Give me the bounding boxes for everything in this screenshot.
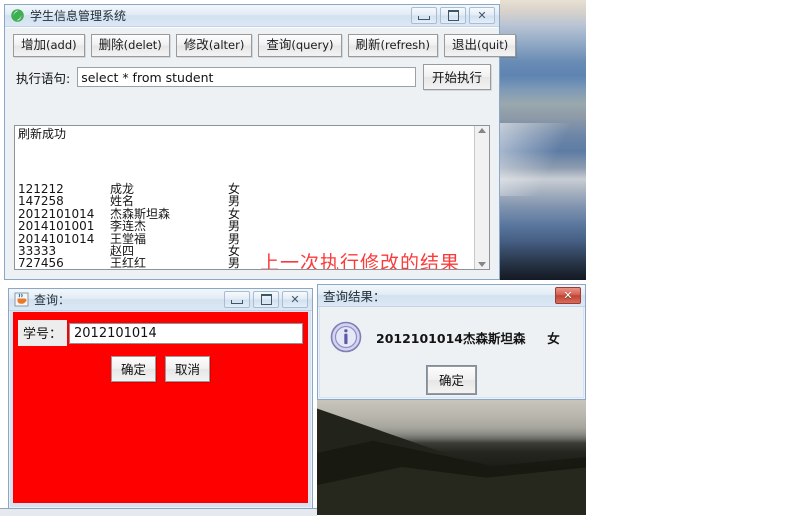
row-sex: 男 xyxy=(228,256,241,269)
output-vertical-scrollbar[interactable] xyxy=(474,126,489,269)
minimize-icon[interactable] xyxy=(411,7,437,24)
annotation-text: 上一次执行修改的结果 xyxy=(260,252,461,269)
main-window: 学生信息管理系统 ✕ 增加(add) 删除(delet) 修改(alter) 查… xyxy=(4,4,517,280)
quit-button-cn: 退出 xyxy=(451,37,477,52)
student-id-label: 学号： xyxy=(18,320,68,346)
scroll-down-icon[interactable] xyxy=(478,262,486,267)
row-name: 李连杰 xyxy=(110,219,147,234)
refresh-button-en: (refresh) xyxy=(380,38,430,52)
query-button-en: (query) xyxy=(291,38,334,52)
row-id: 2014101001 xyxy=(18,219,95,234)
row-name: 王红红 xyxy=(110,256,147,269)
java-green-icon xyxy=(10,8,25,23)
row-sex: 男 xyxy=(228,219,241,234)
table-row: 2014101001 李连杰 男 xyxy=(18,219,258,234)
output-textarea-content: 刷新成功 上一次执行修改的结果 121212 成龙 女 147258 姓名 男 … xyxy=(15,126,474,269)
delete-button-en: (delet) xyxy=(123,38,162,52)
close-icon[interactable]: ✕ xyxy=(469,7,495,24)
result-message-row: 2012101014杰森斯坦森 女 xyxy=(320,307,583,353)
delete-button-cn: 删除 xyxy=(98,37,124,52)
ok-button[interactable]: 确定 xyxy=(426,366,476,394)
statement-row: 执行语句: 开始执行 xyxy=(6,62,498,96)
wallpaper-left-gap xyxy=(0,280,317,288)
scroll-up-icon[interactable] xyxy=(478,128,486,133)
main-window-controls: ✕ xyxy=(411,7,497,24)
result-dialog-title: 查询结果： xyxy=(323,289,386,304)
refresh-button-cn: 刷新 xyxy=(355,37,381,52)
query-dialog-controls: ✕ xyxy=(224,291,310,308)
result-dialog-buttons: 确定 xyxy=(320,353,583,394)
result-dialog: 查询结果： ✕ 2012101014杰森斯坦森 女 确定 xyxy=(317,284,586,400)
output-textarea[interactable]: 刷新成功 上一次执行修改的结果 121212 成龙 女 147258 姓名 男 … xyxy=(14,125,490,270)
result-dialog-body: 2012101014杰森斯坦森 女 确定 xyxy=(320,307,583,397)
result-message: 2012101014杰森斯坦森 女 xyxy=(376,330,560,346)
main-toolbar: 增加(add) 删除(delet) 修改(alter) 查询(query) 刷新… xyxy=(6,28,517,62)
student-table: 121212 成龙 女 147258 姓名 男 2012101014 杰森斯坦森… xyxy=(18,183,258,269)
query-button[interactable]: 查询(query) xyxy=(258,34,342,58)
row-sex: 男 xyxy=(228,194,241,209)
maximize-icon[interactable] xyxy=(253,291,279,308)
alter-button-cn: 修改 xyxy=(183,37,209,52)
wallpaper-blank-right xyxy=(586,0,786,280)
add-button-en: (add) xyxy=(46,38,77,52)
wallpaper-mountain xyxy=(317,399,586,515)
add-button[interactable]: 增加(add) xyxy=(13,34,85,58)
java-cup-icon xyxy=(14,292,29,307)
row-id: 727456 xyxy=(18,256,64,269)
query-dialog-titlebar[interactable]: 查询： ✕ xyxy=(9,289,312,311)
result-dialog-titlebar[interactable]: 查询结果： ✕ xyxy=(318,285,585,307)
table-row: 147258 姓名 男 xyxy=(18,194,258,209)
info-icon xyxy=(330,321,362,353)
alter-button[interactable]: 修改(alter) xyxy=(175,34,253,58)
minimize-icon[interactable] xyxy=(224,291,250,308)
confirm-button[interactable]: 确定 xyxy=(110,356,156,382)
main-window-body: 增加(add) 删除(delet) 修改(alter) 查询(query) 刷新… xyxy=(6,27,517,278)
query-dialog-title: 查询： xyxy=(34,293,71,307)
quit-button-en: (quit) xyxy=(476,38,509,52)
status-line: 刷新成功 xyxy=(18,127,67,141)
table-row: 727456 王红红 男 xyxy=(18,257,258,269)
main-window-title: 学生信息管理系统 xyxy=(30,9,127,23)
cancel-button[interactable]: 取消 xyxy=(165,356,211,382)
student-id-row: 学号： xyxy=(13,312,308,346)
quit-button[interactable]: 退出(quit) xyxy=(443,34,517,58)
result-dialog-controls: ✕ xyxy=(555,287,583,304)
maximize-icon[interactable] xyxy=(440,7,466,24)
run-statement-button[interactable]: 开始执行 xyxy=(422,64,491,91)
row-name: 姓名 xyxy=(110,194,135,209)
alter-button-en: (alter) xyxy=(208,38,245,52)
query-dialog-buttons: 确定 取消 xyxy=(13,346,308,382)
statement-label: 执行语句: xyxy=(16,70,71,86)
main-window-titlebar[interactable]: 学生信息管理系统 ✕ xyxy=(5,5,499,27)
row-id: 147258 xyxy=(18,194,64,209)
sql-statement-input[interactable] xyxy=(77,67,416,88)
query-dialog: 查询： ✕ 学号： 确定 取消 xyxy=(8,288,313,509)
query-dialog-body: 学号： 确定 取消 xyxy=(13,312,308,503)
delete-button[interactable]: 删除(delet) xyxy=(90,34,170,58)
add-button-cn: 增加 xyxy=(21,37,47,52)
student-id-input[interactable] xyxy=(69,322,303,344)
refresh-button[interactable]: 刷新(refresh) xyxy=(347,34,438,58)
close-icon[interactable]: ✕ xyxy=(282,291,308,308)
query-button-cn: 查询 xyxy=(266,37,292,52)
close-icon[interactable]: ✕ xyxy=(555,287,581,304)
